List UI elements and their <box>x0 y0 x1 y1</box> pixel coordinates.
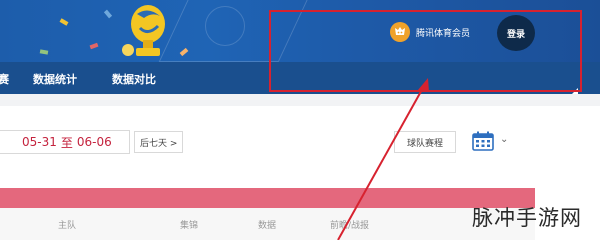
content-top-strip <box>0 94 600 106</box>
column-header-highlights: 集锦 <box>180 221 199 231</box>
confetti <box>59 18 69 26</box>
date-start: 05-31 <box>22 135 57 149</box>
date-separator: 至 <box>60 135 73 150</box>
column-header-home: 主队 <box>58 221 77 231</box>
column-header-preview: 前瞻/战报 <box>330 221 370 231</box>
calendar-icon[interactable] <box>472 131 494 151</box>
table-header: 主队 集锦 数据 前瞻/战报 <box>0 208 535 240</box>
nav-item-stats[interactable]: 数据统计 <box>33 71 77 87</box>
date-header-bar <box>0 188 535 208</box>
team-schedule-button[interactable]: 球队赛程 <box>394 131 456 153</box>
next-week-button[interactable]: 后七天 > <box>134 131 184 153</box>
nav-item-compare[interactable]: 数据对比 <box>112 71 156 87</box>
nav-item-schedule[interactable]: 赛 <box>0 71 9 87</box>
date-range-picker[interactable]: 05-31 至 06-06 <box>0 130 130 154</box>
confetti <box>103 9 113 19</box>
trophy-icon <box>122 5 165 56</box>
annotation-highlight-box <box>269 10 582 92</box>
court-circle-decoration <box>205 6 245 46</box>
confetti <box>39 49 49 55</box>
chevron-down-icon[interactable]: ⌄ <box>500 134 508 145</box>
confetti <box>89 42 99 50</box>
column-header-data: 数据 <box>258 221 277 231</box>
watermark-text: 脉冲手游网 <box>472 206 582 230</box>
date-end: 06-06 <box>76 135 112 149</box>
